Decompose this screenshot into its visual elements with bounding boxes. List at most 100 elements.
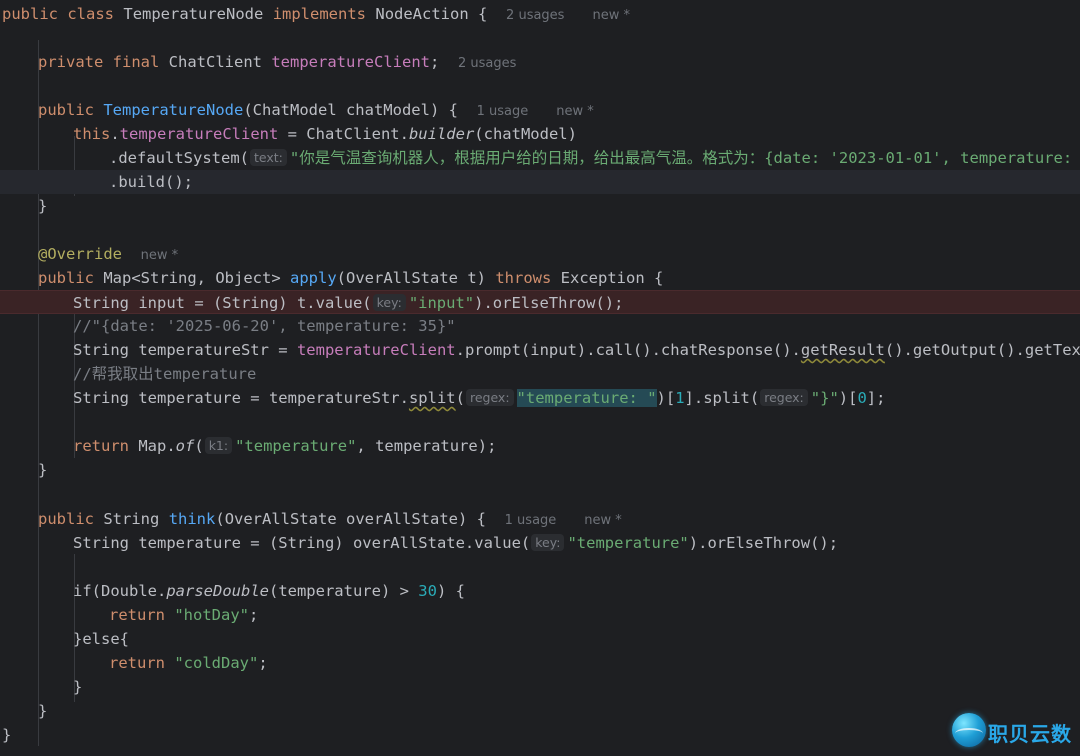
semicolon: ; <box>249 606 259 624</box>
method-name: of <box>175 437 195 455</box>
method-name: split <box>408 389 456 407</box>
code-text: Exception { <box>560 269 664 287</box>
param-hint: k1: <box>204 437 233 454</box>
code-line[interactable]: .defaultSystem(text: "你是气温查询机器人，根据用户给的日期，… <box>0 146 1080 170</box>
code-text: )[ <box>656 389 676 407</box>
code-text: ].split( <box>684 389 760 407</box>
code-line[interactable]: //帮我取出temperature <box>0 362 1080 386</box>
code-text: )[ <box>838 389 858 407</box>
globe-icon <box>952 713 986 747</box>
type-name: ChatClient <box>168 53 262 71</box>
code-line[interactable]: public class TemperatureNode implements … <box>0 2 1080 26</box>
param-hint: regex: <box>760 389 808 406</box>
keyword: return <box>109 606 165 624</box>
watermark-text: 职贝云数 <box>988 722 1072 746</box>
constructor-name: TemperatureNode <box>103 101 244 119</box>
param-hint: text: <box>249 149 287 166</box>
code-line[interactable]: public String think(OverAllState overAll… <box>0 507 1080 531</box>
code-text: ( <box>194 437 204 455</box>
code-line[interactable]: return Map.of(k1: "temperature", temperat… <box>0 434 1080 458</box>
keyword: public <box>38 510 94 528</box>
string-literal: "temperature" <box>567 534 689 552</box>
code-line[interactable]: return "hotDay"; <box>0 603 1080 627</box>
params: (OverAllState overAllState) { <box>215 510 486 528</box>
code-text: .build(); <box>109 173 193 191</box>
code-text: String temperatureStr = <box>73 341 297 359</box>
keyword: public <box>38 269 94 287</box>
usages-hint[interactable]: 1 usage <box>477 104 529 119</box>
vcs-status-hint[interactable]: new * <box>556 104 594 119</box>
code-line-current[interactable]: .build(); <box>0 170 1080 194</box>
usages-hint[interactable]: 2 usages <box>458 56 516 71</box>
code-line[interactable]: } <box>0 723 1080 747</box>
code-line[interactable]: String temperatureStr = temperatureClien… <box>0 338 1080 362</box>
watermark-logo: 职贝云数 <box>948 712 1076 752</box>
code-text: ( <box>455 389 465 407</box>
code-line[interactable]: String temperature = (String) overAllSta… <box>0 531 1080 555</box>
semicolon: ; <box>258 654 268 672</box>
usages-hint[interactable]: 2 usages <box>506 8 564 23</box>
dot: . <box>110 125 120 143</box>
code-line[interactable]: } <box>0 458 1080 482</box>
string-literal: "coldDay" <box>174 654 259 672</box>
code-editor[interactable]: public class TemperatureNode implements … <box>0 0 1080 756</box>
semicolon: ; <box>429 53 440 71</box>
method-name: parseDouble <box>166 582 269 600</box>
code-line[interactable]: String temperature = temperatureStr.spli… <box>0 386 1080 410</box>
code-text: String temperature = (String) overAllSta… <box>73 534 531 552</box>
keyword: this <box>73 125 111 143</box>
code-text: String temperature = temperatureStr. <box>73 389 409 407</box>
param-hint: key: <box>372 294 406 311</box>
code-text: .defaultSystem( <box>109 149 249 167</box>
code-line-breakpoint[interactable]: String input = (String) t.value(key: "inp… <box>0 290 1080 314</box>
code-text: ).orElseThrow(); <box>474 294 624 312</box>
keyword: return <box>73 437 129 455</box>
keyword: implements <box>272 5 367 23</box>
code-text: , temperature); <box>356 437 497 455</box>
string-literal: "temperature: " <box>516 389 657 407</box>
code-line[interactable]: }else{ <box>0 627 1080 651</box>
vcs-status-hint[interactable]: new * <box>584 513 622 528</box>
field-name: temperatureClient <box>119 125 279 143</box>
number-literal: 30 <box>418 582 437 600</box>
method-name: apply <box>290 269 337 287</box>
field-name: temperatureClient <box>296 341 456 359</box>
code-line[interactable]: } <box>0 194 1080 218</box>
field-name: temperatureClient <box>271 53 430 71</box>
code-line[interactable]: public Map<String, Object> apply(OverAll… <box>0 266 1080 290</box>
code-line[interactable]: @Override new * <box>0 242 1080 266</box>
method-name: think <box>168 510 216 528</box>
code-text: .prompt(input).call().chatResponse(). <box>455 341 801 359</box>
keyword: public <box>2 5 58 23</box>
string-literal: "你是气温查询机器人，根据用户给的日期，给出最高气温。格式为：{date: '2… <box>289 149 1080 167</box>
method-name: getResult <box>800 341 885 359</box>
string-literal: "temperature" <box>235 437 357 455</box>
keyword: throws <box>495 269 552 287</box>
code-line[interactable]: } <box>0 699 1080 723</box>
code-text: = ChatClient. <box>278 125 409 143</box>
brace: } <box>38 702 48 720</box>
code-line[interactable]: private final ChatClient temperatureClie… <box>0 50 1080 74</box>
number-literal: 0 <box>857 389 867 407</box>
vcs-status-hint[interactable]: new * <box>141 248 179 263</box>
usages-hint[interactable]: 1 usage <box>505 513 557 528</box>
code-text: (temperature) > <box>268 582 419 600</box>
code-line[interactable]: } <box>0 675 1080 699</box>
vcs-status-hint[interactable]: new * <box>592 8 630 23</box>
code-line[interactable]: this.temperatureClient = ChatClient.buil… <box>0 122 1080 146</box>
brace: } <box>2 726 12 744</box>
code-text: ().getOutput().getText(); <box>884 341 1080 359</box>
keyword: class <box>67 5 115 23</box>
code-line[interactable]: if(Double.parseDouble(temperature) > 30)… <box>0 579 1080 603</box>
code-text: ).orElseThrow(); <box>688 534 839 552</box>
code-line[interactable]: //"{date: '2025-06-20', temperature: 35}… <box>0 314 1080 338</box>
modifiers: private final <box>38 53 160 71</box>
code-text: ) { <box>436 582 465 600</box>
string-literal: "hotDay" <box>174 606 249 624</box>
code-line[interactable]: return "coldDay"; <box>0 651 1080 675</box>
number-literal: 1 <box>675 389 685 407</box>
brace: } <box>38 461 48 479</box>
annotation: @Override <box>38 245 122 263</box>
code-line[interactable]: public TemperatureNode(ChatModel chatMod… <box>0 98 1080 122</box>
brace: } <box>38 197 48 215</box>
